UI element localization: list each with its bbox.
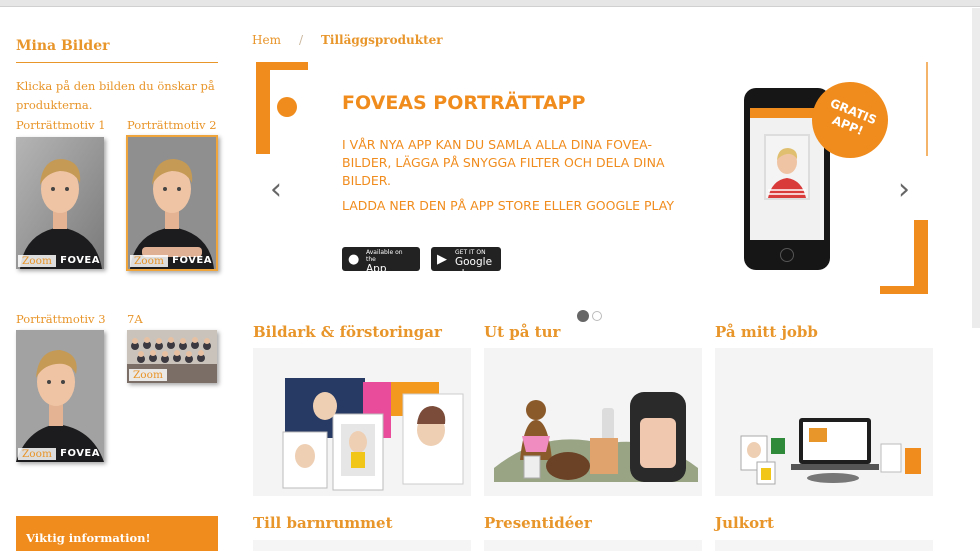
carousel-dots — [577, 305, 605, 324]
photo-label-1: Porträttmotiv 1 — [16, 118, 106, 132]
breadcrumb-home-link[interactable]: Hem — [252, 33, 281, 47]
my-pictures-sidebar: Mina Bilder Klicka på den bilden du önsk… — [16, 38, 218, 115]
sidebar-divider — [16, 62, 218, 63]
google-play-badge[interactable]: ▶ GET IT ON Google play — [431, 247, 501, 280]
breadcrumb: Hem / Tilläggsprodukter — [252, 33, 443, 47]
sidebar-help-text: Klicka på den bilden du önskar på produk… — [16, 79, 215, 112]
category-image-work[interactable] — [715, 348, 933, 496]
banner-title: FOVEAS PORTRÄTTAPP — [342, 92, 586, 114]
category-image-gift-ideas[interactable] — [484, 540, 702, 551]
app-store-text: App Store — [366, 263, 394, 287]
breadcrumb-current: Tilläggsprodukter — [321, 33, 443, 47]
category-image-kids-room[interactable] — [253, 540, 471, 551]
app-store-small-text: Available on the — [366, 249, 403, 263]
portrait-image — [128, 137, 216, 269]
app-store-badge[interactable]: ● Available on the App Store — [342, 247, 420, 287]
photo-label-4: 7A — [127, 312, 143, 326]
carousel-dot-1[interactable] — [577, 309, 589, 322]
sidebar-title: Mina Bilder — [16, 38, 110, 54]
fovea-watermark: FOVEA — [60, 255, 100, 266]
category-title-work[interactable]: På mitt jobb — [715, 323, 818, 341]
portrait-image — [16, 330, 104, 462]
photo-thumb-1[interactable]: Zoom FOVEA — [16, 137, 104, 269]
decorative-frame-line — [926, 62, 928, 156]
google-play-text: Google play — [455, 256, 493, 280]
photo-label-2: Porträttmotiv 2 — [127, 118, 217, 132]
zoom-button[interactable]: Zoom — [129, 369, 167, 381]
category-image-prints[interactable] — [253, 348, 471, 496]
phone-portrait-image — [764, 134, 810, 200]
category-image-christmas-cards[interactable] — [715, 540, 933, 551]
decorative-frame-corner — [880, 220, 928, 294]
top-border — [0, 0, 980, 7]
category-title-gift-ideas[interactable]: Presentidéer — [484, 514, 592, 532]
category-image-outdoor[interactable] — [484, 348, 702, 496]
photo-thumb-class[interactable]: Zoom — [127, 330, 217, 383]
google-play-small-text: GET IT ON — [455, 249, 486, 256]
zoom-button[interactable]: Zoom — [18, 255, 56, 267]
fovea-watermark: FOVEA — [60, 448, 100, 459]
scrollbar[interactable] — [972, 8, 980, 328]
category-title-outdoor[interactable]: Ut på tur — [484, 323, 560, 341]
photo-thumb-3[interactable]: Zoom FOVEA — [16, 330, 104, 462]
breadcrumb-separator: / — [298, 33, 303, 47]
photo-label-3: Porträttmotiv 3 — [16, 312, 106, 326]
promo-carousel: ‹ › FOVEAS PORTRÄTTAPP I VÅR NYA APP KAN… — [252, 60, 934, 300]
category-title-christmas-cards[interactable]: Julkort — [715, 514, 774, 532]
play-icon: ▶ — [437, 252, 447, 267]
carousel-next-arrow[interactable]: › — [898, 172, 910, 207]
category-title-prints[interactable]: Bildark & förstoringar — [253, 323, 442, 341]
banner-text: I VÅR NYA APP KAN DU SAMLA ALLA DINA FOV… — [342, 137, 665, 188]
photo-thumb-2[interactable]: Zoom FOVEA — [126, 135, 218, 271]
important-info-button[interactable]: Viktig information! — [16, 516, 218, 551]
carousel-dot-2[interactable] — [592, 310, 602, 321]
phone-home-button — [780, 248, 794, 262]
decorative-dot — [277, 97, 297, 117]
banner-download-text: LADDA NER DEN PÅ APP STORE ELLER GOOGLE … — [342, 198, 675, 213]
zoom-button[interactable]: Zoom — [130, 255, 168, 267]
zoom-button[interactable]: Zoom — [18, 448, 56, 460]
apple-icon: ● — [348, 252, 360, 267]
portrait-image — [16, 137, 104, 269]
category-title-kids-room[interactable]: Till barnrummet — [253, 514, 393, 532]
fovea-watermark: FOVEA — [172, 255, 212, 266]
carousel-prev-arrow[interactable]: ‹ — [270, 172, 282, 207]
